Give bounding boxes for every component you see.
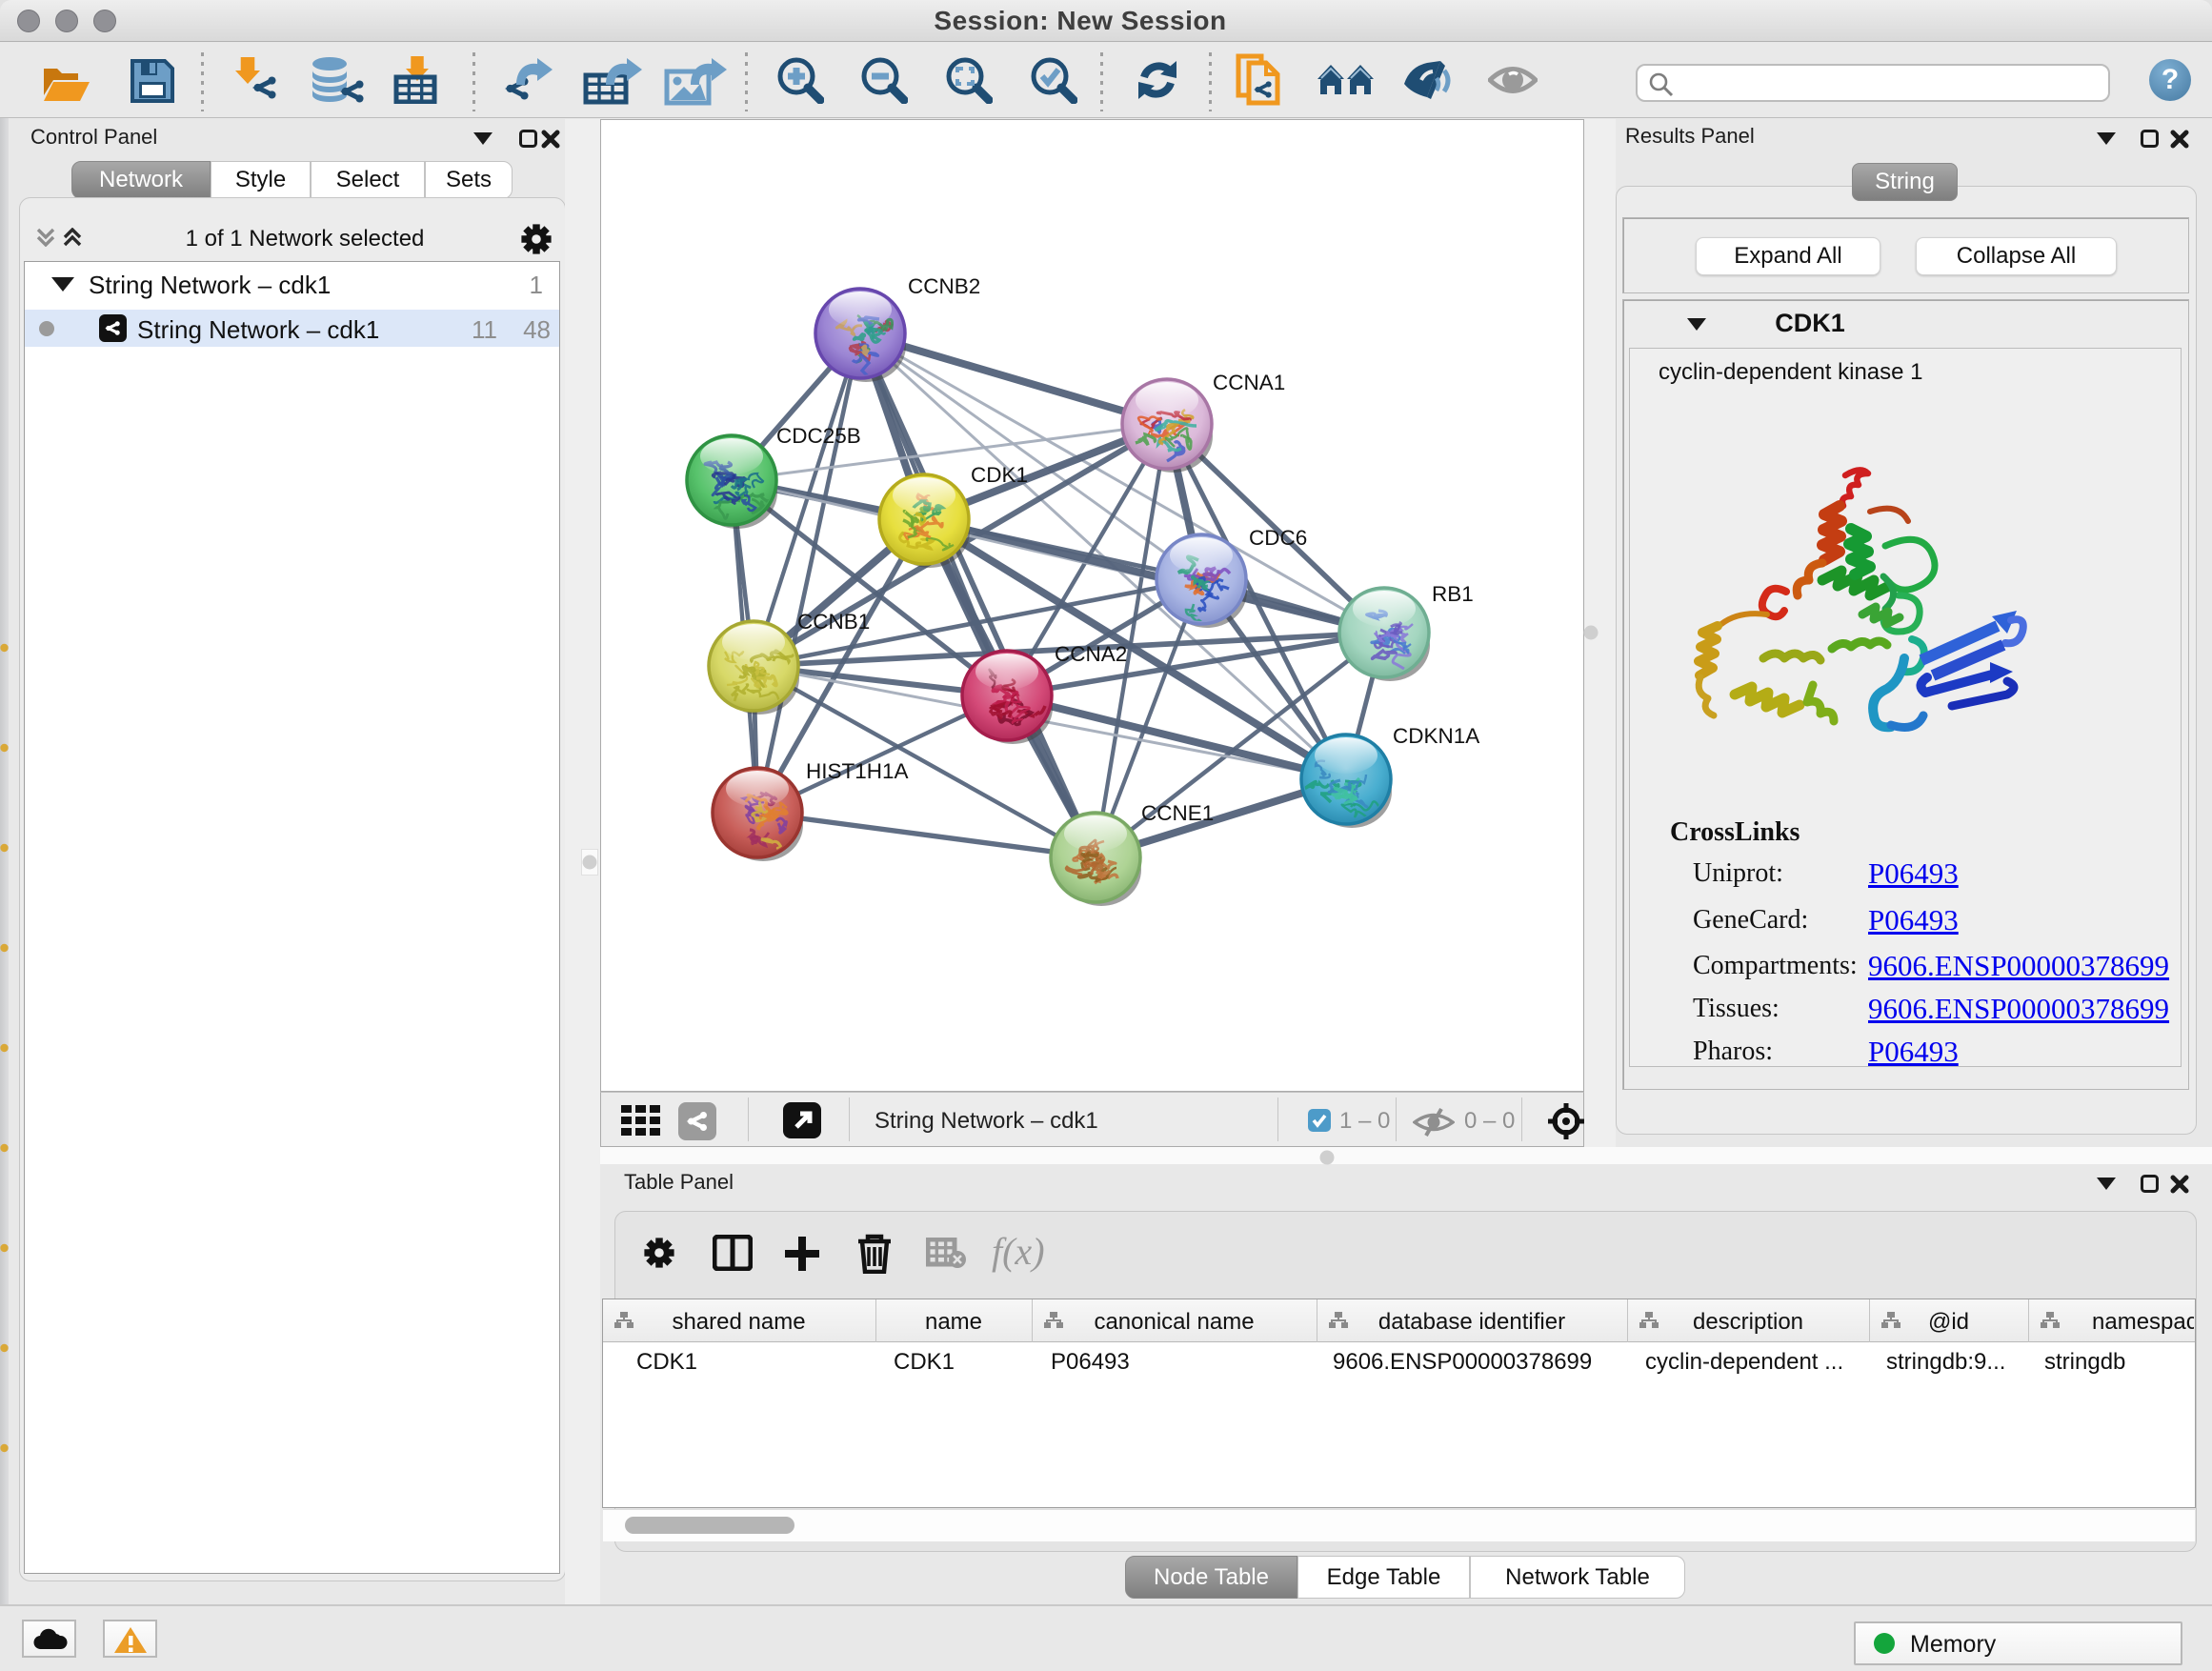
svg-text:?: ?: [2162, 64, 2179, 95]
svg-text:RB1: RB1: [1432, 582, 1474, 606]
svg-text:CDC25B: CDC25B: [776, 424, 861, 448]
svg-text:HIST1H1A: HIST1H1A: [806, 759, 909, 783]
svg-text:CCNB1: CCNB1: [797, 610, 870, 634]
svg-text:CDKN1A: CDKN1A: [1393, 724, 1479, 748]
svg-text:CCNA2: CCNA2: [1055, 642, 1127, 666]
svg-text:CCNB2: CCNB2: [908, 274, 980, 298]
svg-text:CDC6: CDC6: [1249, 526, 1307, 550]
svg-text:CDK1: CDK1: [971, 463, 1028, 487]
svg-text:CCNA1: CCNA1: [1213, 371, 1285, 394]
svg-text:CCNE1: CCNE1: [1141, 801, 1214, 825]
